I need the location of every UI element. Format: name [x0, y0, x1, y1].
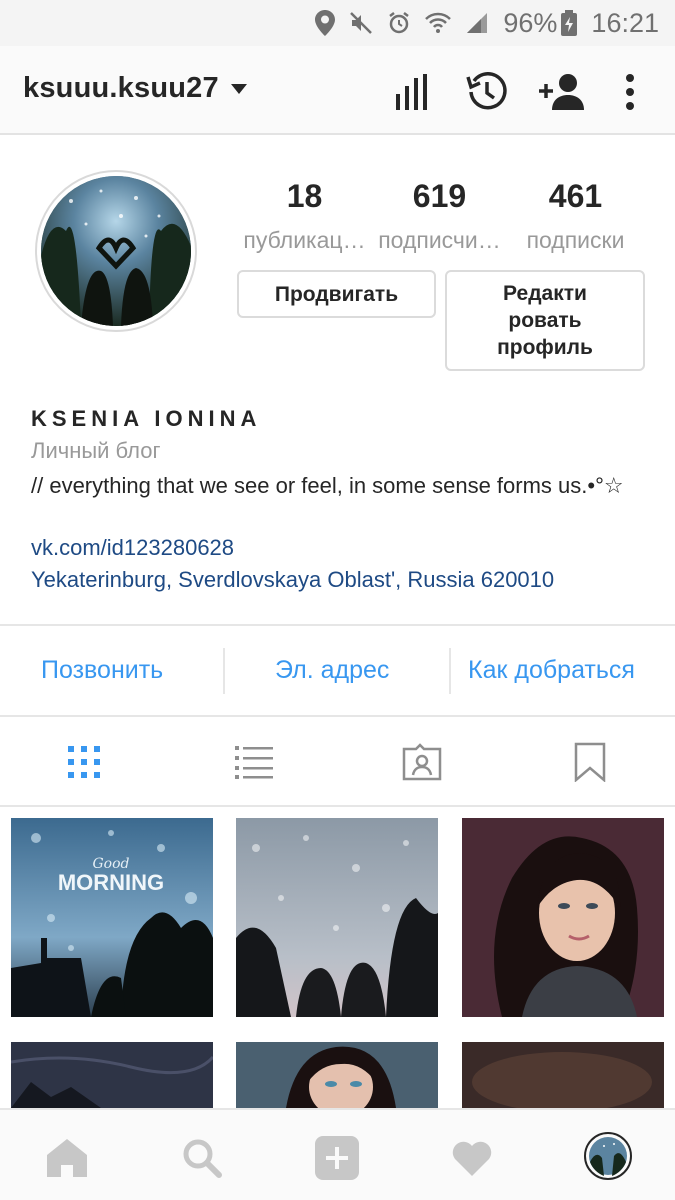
clock-time: 16:21 — [591, 7, 659, 38]
grid-post-3[interactable] — [462, 818, 664, 1017]
stat-followers-label: подписчи… — [378, 227, 501, 253]
battery-charging-icon — [561, 10, 578, 36]
profile-photo — [41, 176, 191, 326]
contact-divider — [449, 648, 451, 694]
grid-post-2[interactable] — [236, 818, 438, 1017]
contact-bar: Позвонить Эл. адрес Как добраться — [0, 624, 675, 717]
profile-tabs — [0, 717, 675, 807]
location-icon — [315, 10, 336, 36]
stat-followers[interactable]: 619 подписчи… — [372, 178, 507, 254]
stat-following[interactable]: 461 подписки — [508, 178, 643, 254]
profile-avatar[interactable] — [35, 170, 197, 332]
call-button[interactable]: Позвонить — [41, 656, 163, 685]
profile-avatar[interactable] — [584, 1132, 632, 1180]
home-icon[interactable] — [45, 1136, 89, 1180]
add-icon[interactable] — [315, 1136, 359, 1180]
status-bar: 96% 16:21 — [0, 0, 675, 46]
stat-posts-count: 18 — [286, 178, 323, 214]
website-link[interactable]: vk.com/id123280628 — [31, 535, 234, 561]
search-icon[interactable] — [180, 1136, 224, 1180]
grid-post-6[interactable] — [462, 1042, 664, 1108]
tagged-icon[interactable] — [401, 741, 443, 783]
stat-posts-label: публикац… — [243, 227, 366, 253]
edit-profile-label-line2: ровать — [508, 309, 582, 332]
grid-post-5[interactable] — [236, 1042, 438, 1108]
add-person-icon[interactable] — [538, 68, 586, 116]
edit-profile-label-line3: профиль — [497, 336, 593, 359]
archive-icon[interactable] — [463, 68, 511, 116]
battery-percent: 96% — [503, 7, 558, 38]
contact-divider — [223, 648, 225, 694]
promote-button[interactable]: Продвигать — [237, 270, 436, 318]
edit-profile-label-line1: Редакти — [503, 282, 587, 305]
list-icon[interactable] — [233, 741, 275, 783]
username: ksuuu.ksuu27 — [23, 72, 219, 104]
insights-icon[interactable] — [389, 68, 437, 116]
grid-post-1[interactable]: Good MORNING — [11, 818, 213, 1017]
signal-icon — [465, 11, 489, 35]
address-link[interactable]: Yekaterinburg, Sverdlovskaya Oblast', Ru… — [31, 567, 554, 593]
username-switcher[interactable]: ksuuu.ksuu27 — [23, 72, 247, 105]
full-name: KSENIA IONINA — [31, 406, 262, 431]
email-button[interactable]: Эл. адрес — [275, 656, 389, 685]
post-overlay-big: MORNING — [58, 870, 164, 895]
edit-profile-button[interactable]: Редакти ровать профиль — [445, 270, 645, 371]
wifi-icon — [425, 12, 452, 34]
stat-following-label: подписки — [526, 227, 625, 253]
grid-icon[interactable] — [63, 741, 105, 783]
battery-indicator: 96% — [503, 7, 578, 39]
profile-header: ksuuu.ksuu27 — [0, 46, 675, 135]
heart-icon[interactable] — [450, 1136, 494, 1180]
stat-posts[interactable]: 18 публикац… — [237, 178, 372, 254]
alarm-icon — [387, 11, 411, 35]
directions-button[interactable]: Как добраться — [468, 656, 635, 685]
stat-followers-count: 619 — [412, 178, 467, 214]
bio-text: // everything that we see or feel, in so… — [31, 473, 624, 498]
bottom-navigation — [0, 1108, 675, 1200]
saved-icon[interactable] — [569, 741, 611, 783]
mute-icon — [349, 11, 373, 35]
stat-following-count: 461 — [548, 178, 603, 214]
chevron-down-icon — [230, 83, 247, 94]
profile-category: Личный блог — [31, 438, 161, 463]
more-icon[interactable] — [606, 68, 654, 116]
grid-post-4[interactable] — [11, 1042, 213, 1108]
